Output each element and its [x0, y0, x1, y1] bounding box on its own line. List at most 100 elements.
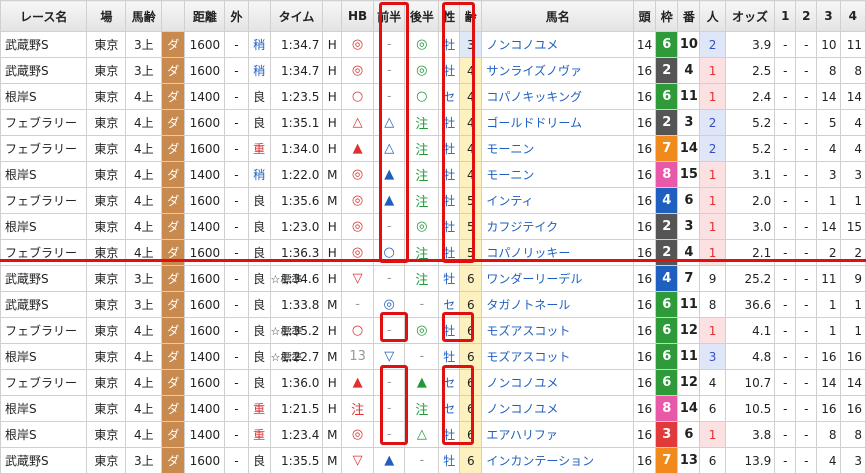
header-cell[interactable]: オッズ [724, 0, 776, 32]
track-condition-cell: 稍 [247, 31, 271, 58]
table-row[interactable]: 根岸S 東京 4上ダ 1400- 重 1:23.4 M ◎ - △ 牡 6 エアハリファ 16 3 6 1 3.8… [0, 421, 866, 448]
time-cell: 1:23.4 [269, 421, 324, 448]
sex-cell: 牡 [438, 187, 461, 214]
header-cell[interactable]: 人 [699, 0, 726, 32]
header-cell[interactable]: 馬名 [481, 0, 635, 32]
first-half-mark-cell: - [372, 213, 406, 240]
horse-name-cell[interactable]: モズアスコット [481, 317, 635, 344]
header-cell[interactable]: 4 [839, 0, 866, 32]
race-name-cell[interactable]: フェブラリー [0, 369, 88, 396]
table-row[interactable]: 武蔵野S 東京 3上ダ 1600- 良 1:33.8 M - ◎ - セ 6 タガノトネール 16 6 11 8… [0, 291, 866, 318]
outer-cell: - [224, 135, 249, 162]
horse-name-cell[interactable]: モーニン [481, 161, 635, 188]
header-cell[interactable] [161, 0, 186, 32]
header-cell[interactable]: 場 [86, 0, 127, 32]
first-half-mark-cell: △ [372, 135, 406, 162]
race-name-cell[interactable]: フェブラリー [0, 135, 88, 162]
header-cell[interactable]: 1 [774, 0, 797, 32]
race-name-cell[interactable]: 武蔵野S [0, 31, 88, 58]
time-cell: 1:35.6 [269, 187, 324, 214]
horse-name-cell[interactable]: タガノトネール [481, 291, 635, 318]
table-row[interactable]: 根岸S 東京 4上ダ 1400- 良 1:23.0 H ◎ - ◎ 牡 5 カフジテイク 16 2 3 1 3.0… [0, 213, 866, 240]
field-size-cell: 16 [633, 395, 657, 422]
horse-name-cell[interactable]: ノンコノユメ [481, 395, 635, 422]
horse-name-cell[interactable]: モズアスコット [481, 343, 635, 370]
odds-cell: 5.2 [724, 135, 776, 162]
age-cell: 4 [459, 135, 483, 162]
race-name-cell[interactable]: 根岸S [0, 343, 88, 370]
header-cell[interactable]: 2 [795, 0, 818, 32]
corner-2-cell: - [795, 187, 818, 214]
race-name-cell[interactable]: 根岸S [0, 83, 88, 110]
place-cell: 東京 [86, 369, 127, 396]
horse-name-cell[interactable]: コパノキッキング [481, 83, 635, 110]
race-name-cell[interactable]: フェブラリー [0, 187, 88, 214]
horse-name-cell[interactable]: ワンダーリーデル [481, 265, 635, 292]
corner-4-cell: 8 [839, 421, 866, 448]
race-name-cell[interactable]: フェブラリー [0, 317, 88, 344]
odds-cell: 3.1 [724, 161, 776, 188]
corner-3-cell: 4 [816, 135, 841, 162]
race-name-cell[interactable]: 武蔵野S [0, 291, 88, 318]
table-row[interactable]: 根岸S 東京 4上ダ 1400- 重 1:21.5 H 注 - 注セ 6 ノンコノユメ 16 8 14 6 10… [0, 395, 866, 422]
header-cell[interactable]: タイム [269, 0, 324, 32]
header-cell[interactable]: 距離 [184, 0, 226, 32]
horse-name-cell[interactable]: カフジテイク [481, 213, 635, 240]
corner-3-cell: 11 [816, 265, 841, 292]
race-name-cell[interactable]: 武蔵野S [0, 57, 88, 84]
horse-name-cell[interactable]: エアハリファ [481, 421, 635, 448]
header-cell[interactable] [247, 0, 271, 32]
standard-note: ☆標準 [270, 351, 303, 364]
header-cell[interactable]: 番 [677, 0, 701, 32]
header-cell[interactable]: 3 [816, 0, 841, 32]
distance-cell: 1600 [184, 109, 226, 136]
horse-name-cell[interactable]: サンライズノヴァ [481, 57, 635, 84]
header-cell[interactable]: 後半 [404, 0, 440, 32]
frame-number-cell: 4 [655, 265, 679, 292]
header-cell[interactable]: 頭 [633, 0, 657, 32]
header-cell[interactable]: レース名 [0, 0, 88, 32]
table-row[interactable]: 武蔵野S 東京 3上ダ 1600- 稍 1:34.7 H ◎ - ◎ 牡 4 サンライズノヴァ 16 2 4 1… [0, 57, 866, 84]
place-cell: 東京 [86, 83, 127, 110]
table-row[interactable]: フェブラリー 東京 4上ダ 1600- 良 1:35.6 M ◎ ▲ 注牡 5 インティ 16 4 6 1 2.… [0, 187, 866, 214]
race-name-cell[interactable]: 根岸S [0, 421, 88, 448]
header-cell[interactable]: 馬齢 [125, 0, 163, 32]
header-cell[interactable]: 前半 [372, 0, 406, 32]
sex-cell: セ [438, 369, 461, 396]
table-row[interactable]: 武蔵野S 東京 3上ダ 1600- 良 ☆標準 1:34.6 H ▽ - 注牡 6 ワンダーリーデル 16… [0, 265, 866, 292]
place-cell: 東京 [86, 317, 127, 344]
header-cell[interactable]: 枠 [655, 0, 679, 32]
header-cell[interactable]: 外 [224, 0, 249, 32]
table-row[interactable]: 武蔵野S 東京 3上ダ 1600- 稍 1:34.7 H ◎ - ◎ 牡 3 ノンコノユメ 14 6 10 2 3… [0, 31, 866, 58]
race-name-cell[interactable]: 根岸S [0, 395, 88, 422]
race-name-cell[interactable]: 根岸S [0, 161, 88, 188]
header-cell[interactable]: 性 [438, 0, 461, 32]
pace-cell: M [322, 421, 343, 448]
horse-name-cell[interactable]: ゴールドドリーム [481, 109, 635, 136]
table-row[interactable]: フェブラリー 東京 4上ダ 1600- 良 ☆標準 1:35.2 H ○ - ◎ 牡 6 モズアスコット 1… [0, 317, 866, 344]
table-row[interactable]: フェブラリー 東京 4上ダ 1600- 良 1:35.1 H △ △ 注牡 4 ゴールドドリーム 16 2… [0, 109, 866, 136]
surface-cell: ダ [161, 343, 186, 370]
table-row[interactable]: 根岸S 東京 4上ダ 1400- 良 1:23.5 H ○ - ○ セ 4 コパノキッキング 16 6 11 1… [0, 83, 866, 110]
race-name-cell[interactable]: 根岸S [0, 213, 88, 240]
place-cell: 東京 [86, 265, 127, 292]
pace-cell: M [322, 291, 343, 318]
corner-3-cell: 3 [816, 161, 841, 188]
table-row[interactable]: 根岸S 東京 4上ダ 1400- 稍 1:22.0 M ◎ ▲ 注牡 4 モーニン 16 8 15 1 3.1-… [0, 161, 866, 188]
horse-name-cell[interactable]: ノンコノユメ [481, 369, 635, 396]
race-name-cell[interactable]: フェブラリー [0, 109, 88, 136]
race-name-cell[interactable]: 武蔵野S [0, 265, 88, 292]
table-row[interactable]: フェブラリー 東京 4上ダ 1600- 重 1:34.0 H ▲ △ 注牡 4 モーニン 16 7 14 2 5… [0, 135, 866, 162]
distance-cell: 1400 [184, 213, 226, 240]
header-cell[interactable]: HB [341, 0, 374, 32]
header-cell[interactable] [322, 0, 343, 32]
first-half-mark-cell: △ [372, 109, 406, 136]
table-row[interactable]: 根岸S 東京 4上ダ 1400- 良 ☆標準 1:22.7 M 13 ▽ - 牡 6 モズアスコット 16 6… [0, 343, 866, 370]
header-cell[interactable]: 齢 [459, 0, 483, 32]
corner-1-cell: - [774, 109, 797, 136]
horse-name-cell[interactable]: インティ [481, 187, 635, 214]
sex-cell: 牡 [438, 265, 461, 292]
table-row[interactable]: フェブラリー 東京 4上ダ 1600- 良 1:36.0 H ▲ - ▲ セ 6 ノンコノユメ 16 6 12… [0, 369, 866, 396]
horse-name-cell[interactable]: ノンコノユメ [481, 31, 635, 58]
horse-name-cell[interactable]: モーニン [481, 135, 635, 162]
